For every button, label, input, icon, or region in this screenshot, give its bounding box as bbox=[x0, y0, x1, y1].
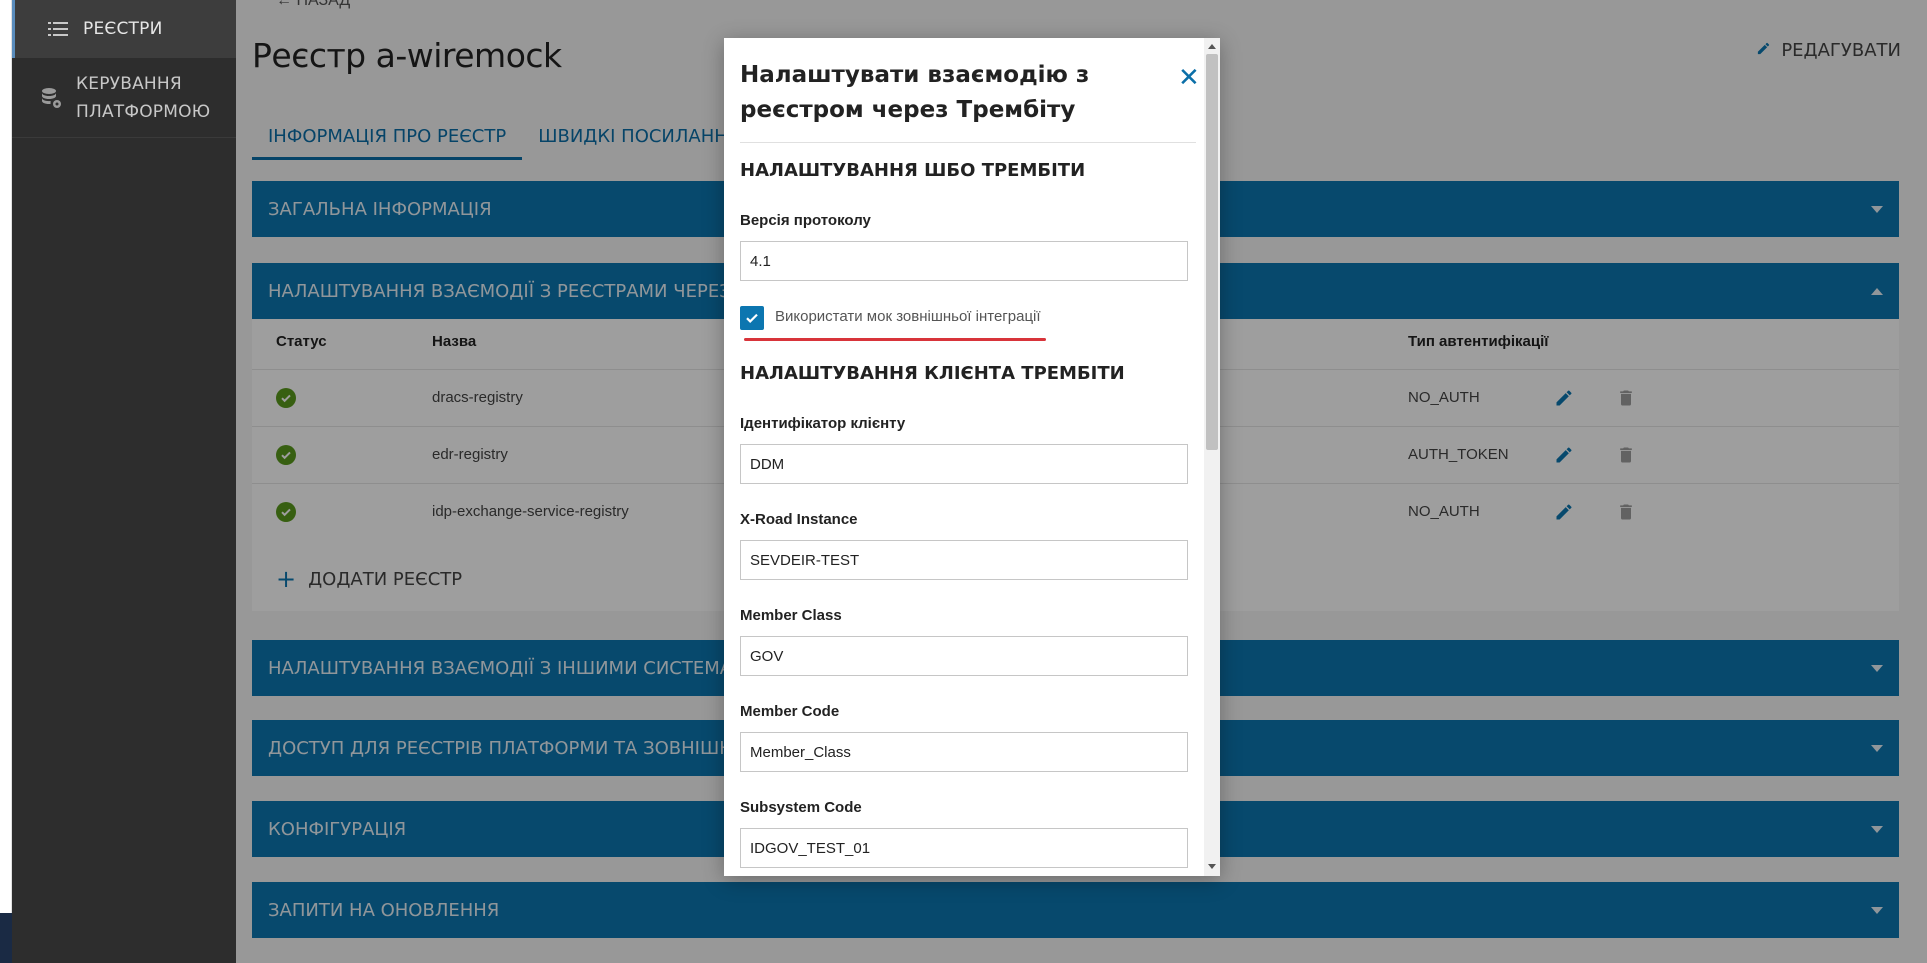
list-icon bbox=[47, 18, 69, 40]
protocol-version-label: Версія протоколу bbox=[740, 212, 871, 229]
sidebar-item-platform-management[interactable]: КЕРУВАННЯ ПЛАТФОРМОЮ bbox=[12, 58, 236, 138]
member-code-input[interactable]: Member_Class bbox=[740, 732, 1188, 772]
xroad-instance-input[interactable]: SEVDEIR-TEST bbox=[740, 540, 1188, 580]
sidebar: РЕЄСТРИ КЕРУВАННЯ ПЛАТФОРМОЮ bbox=[12, 0, 236, 963]
sidebar-item-label: КЕРУВАННЯ ПЛАТФОРМОЮ bbox=[76, 70, 210, 126]
section-heading-trembita-client: НАЛАШТУВАННЯ КЛІЄНТА ТРЕМБІТИ bbox=[740, 363, 1125, 384]
trembita-settings-modal: Налаштувати взаємодію з реєстром через Т… bbox=[724, 38, 1220, 876]
protocol-version-input[interactable]: 4.1 bbox=[740, 241, 1188, 281]
check-icon bbox=[746, 313, 758, 323]
mock-integration-label: Використати мок зовнішньої інтеграції bbox=[775, 308, 1041, 325]
client-id-input[interactable]: DDM bbox=[740, 444, 1188, 484]
subsystem-code-input[interactable]: IDGOV_TEST_01 bbox=[740, 828, 1188, 868]
section-heading-trembita-sbo: НАЛАШТУВАННЯ ШБО ТРЕМБІТИ bbox=[740, 160, 1086, 181]
sidebar-item-registries[interactable]: РЕЄСТРИ bbox=[12, 0, 236, 58]
annotation-underline bbox=[744, 338, 1046, 341]
close-icon[interactable]: ✕ bbox=[1178, 62, 1200, 93]
modal-title: Налаштувати взаємодію з реєстром через Т… bbox=[740, 62, 1090, 123]
divider bbox=[740, 142, 1196, 143]
member-class-input[interactable]: GOV bbox=[740, 636, 1188, 676]
edge-tag bbox=[0, 913, 12, 963]
scroll-up-arrow-icon[interactable] bbox=[1208, 44, 1216, 49]
sidebar-item-label: РЕЄСТРИ bbox=[83, 19, 163, 39]
sidebar-label-line1: КЕРУВАННЯ bbox=[76, 73, 182, 94]
member-code-label: Member Code bbox=[740, 703, 840, 720]
database-settings-icon bbox=[40, 87, 62, 109]
scrollbar-thumb[interactable] bbox=[1206, 54, 1218, 450]
client-id-label: Ідентифікатор клієнту bbox=[740, 415, 906, 432]
modal-scrollbar[interactable] bbox=[1204, 38, 1220, 876]
subsystem-code-label: Subsystem Code bbox=[740, 799, 862, 816]
xroad-instance-label: X-Road Instance bbox=[740, 511, 858, 528]
sidebar-label-line2: ПЛАТФОРМОЮ bbox=[76, 101, 211, 122]
left-edge-strip bbox=[0, 0, 12, 963]
mock-integration-checkbox[interactable] bbox=[740, 306, 764, 330]
member-class-label: Member Class bbox=[740, 607, 842, 624]
scroll-down-arrow-icon[interactable] bbox=[1208, 864, 1216, 869]
